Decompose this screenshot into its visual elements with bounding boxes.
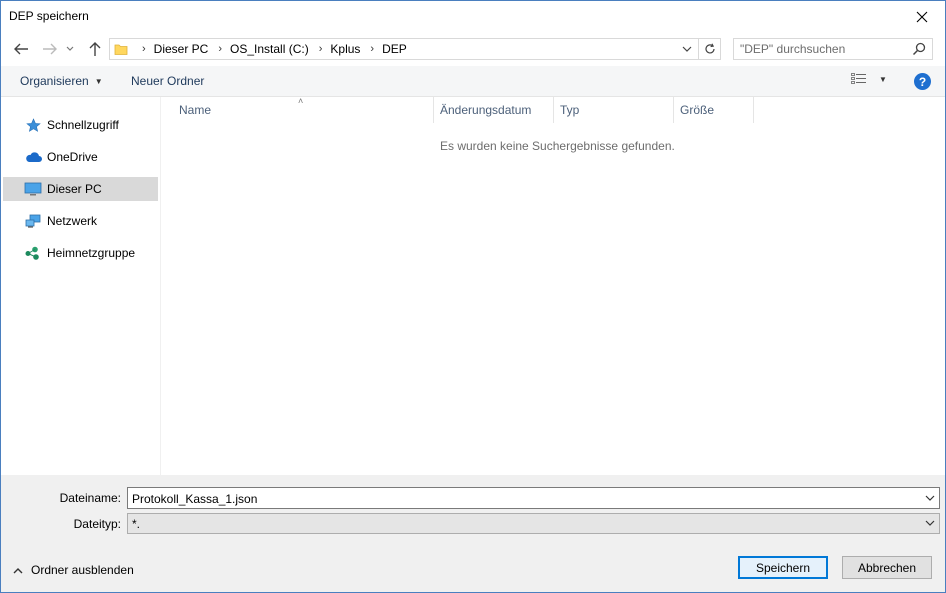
filename-field[interactable] bbox=[127, 487, 940, 509]
arrow-left-icon bbox=[14, 43, 28, 55]
command-bar: Organisieren ▼ Neuer Ordner ▼ ? bbox=[1, 66, 945, 97]
homegroup-icon bbox=[24, 245, 42, 261]
forward-button[interactable] bbox=[39, 38, 61, 60]
caret-down-icon: ▼ bbox=[94, 76, 103, 86]
search-input[interactable] bbox=[740, 41, 910, 57]
close-button[interactable] bbox=[899, 1, 945, 32]
search-icon[interactable] bbox=[912, 42, 926, 59]
filetype-label: Dateityp: bbox=[73, 517, 121, 531]
breadcrumb-item[interactable]: Dieser PC bbox=[154, 42, 209, 56]
title-bar: DEP speichern bbox=[1, 1, 945, 32]
nav-item-label: Heimnetzgruppe bbox=[47, 246, 136, 260]
column-header-label: Größe bbox=[680, 103, 715, 117]
filename-dropdown-button[interactable] bbox=[924, 491, 936, 508]
save-dialog: DEP speichern › Dieser PC › OS_Install (… bbox=[0, 0, 946, 593]
save-button[interactable]: Speichern bbox=[738, 556, 828, 579]
hide-folders-button[interactable]: Ordner ausblenden bbox=[13, 563, 134, 577]
breadcrumb-item[interactable]: OS_Install (C:) bbox=[230, 42, 309, 56]
up-button[interactable] bbox=[84, 38, 106, 60]
star-icon bbox=[24, 117, 42, 133]
chevron-right-icon[interactable]: › bbox=[142, 43, 146, 55]
chevron-right-icon[interactable]: › bbox=[218, 43, 222, 55]
help-button[interactable]: ? bbox=[914, 73, 931, 90]
navigation-pane: Schnellzugriff OneDrive Dieser PC Netzwe… bbox=[1, 97, 161, 475]
cloud-icon bbox=[24, 149, 42, 165]
chevron-right-icon[interactable]: › bbox=[370, 43, 374, 55]
nav-item-onedrive[interactable]: OneDrive bbox=[3, 145, 158, 169]
network-icon bbox=[24, 213, 42, 229]
nav-item-homegroup[interactable]: Heimnetzgruppe bbox=[3, 241, 158, 265]
address-bar[interactable]: › Dieser PC › OS_Install (C:) › Kplus › … bbox=[109, 38, 721, 60]
filename-input[interactable] bbox=[132, 491, 912, 506]
nav-item-label: Dieser PC bbox=[47, 182, 102, 196]
refresh-button[interactable] bbox=[698, 39, 720, 59]
arrow-right-icon bbox=[43, 43, 57, 55]
view-options-button[interactable]: ▼ bbox=[851, 73, 887, 85]
filetype-select[interactable]: *. bbox=[127, 513, 940, 534]
new-folder-button[interactable]: Neuer Ordner bbox=[131, 74, 204, 88]
chevron-down-icon bbox=[682, 46, 692, 52]
breadcrumb: › Dieser PC › OS_Install (C:) › Kplus › … bbox=[132, 39, 407, 59]
save-form-panel: Dateiname: Dateityp: *. Ordner ausblende… bbox=[1, 475, 945, 592]
file-list: ˄ Name Änderungsdatum Typ Größe Es wurde… bbox=[161, 96, 945, 475]
nav-item-label: OneDrive bbox=[47, 150, 98, 164]
folder-icon bbox=[114, 42, 128, 59]
nav-item-network[interactable]: Netzwerk bbox=[3, 209, 158, 233]
filetype-dropdown-button[interactable] bbox=[924, 517, 936, 534]
chevron-up-icon bbox=[13, 567, 23, 573]
breadcrumb-item[interactable]: DEP bbox=[382, 42, 407, 56]
details-view-icon bbox=[851, 73, 866, 84]
filename-label: Dateiname: bbox=[59, 491, 121, 505]
caret-down-icon: ▼ bbox=[879, 74, 887, 84]
arrow-up-icon bbox=[89, 42, 101, 56]
empty-message: Es wurden keine Suchergebnisse gefunden. bbox=[440, 139, 675, 153]
column-header-modified[interactable]: Änderungsdatum bbox=[434, 97, 554, 123]
column-header-label: Typ bbox=[560, 103, 580, 117]
filetype-value: *. bbox=[132, 517, 141, 531]
chevron-right-icon[interactable]: › bbox=[319, 43, 323, 55]
close-icon bbox=[916, 11, 928, 22]
new-folder-label: Neuer Ordner bbox=[131, 74, 205, 88]
hide-folders-label: Ordner ausblenden bbox=[31, 563, 134, 577]
nav-item-quick-access[interactable]: Schnellzugriff bbox=[3, 113, 158, 137]
column-header-type[interactable]: Typ bbox=[554, 97, 674, 123]
search-box[interactable] bbox=[733, 38, 933, 60]
cancel-button[interactable]: Abbrechen bbox=[842, 556, 932, 579]
nav-item-this-pc[interactable]: Dieser PC bbox=[3, 177, 158, 201]
organize-label: Organisieren bbox=[20, 74, 89, 88]
back-button[interactable] bbox=[10, 38, 32, 60]
address-dropdown-button[interactable] bbox=[680, 39, 694, 59]
chevron-down-icon bbox=[925, 520, 935, 526]
column-header-size[interactable]: Größe bbox=[674, 97, 754, 123]
nav-item-label: Netzwerk bbox=[47, 214, 98, 228]
navigation-row: › Dieser PC › OS_Install (C:) › Kplus › … bbox=[1, 32, 945, 66]
chevron-down-icon bbox=[925, 495, 935, 501]
organize-menu-button[interactable]: Organisieren ▼ bbox=[20, 74, 103, 88]
nav-item-label: Schnellzugriff bbox=[47, 118, 119, 132]
breadcrumb-item[interactable]: Kplus bbox=[330, 42, 360, 56]
recent-locations-button[interactable] bbox=[63, 38, 77, 60]
column-header-label: Name bbox=[179, 103, 212, 117]
chevron-down-icon bbox=[66, 46, 74, 51]
window-title: DEP speichern bbox=[9, 9, 89, 23]
column-header-name[interactable]: Name bbox=[173, 97, 434, 123]
refresh-icon bbox=[704, 43, 715, 54]
column-header-label: Änderungsdatum bbox=[440, 103, 532, 117]
question-mark-icon: ? bbox=[918, 74, 927, 89]
computer-icon bbox=[24, 181, 42, 197]
